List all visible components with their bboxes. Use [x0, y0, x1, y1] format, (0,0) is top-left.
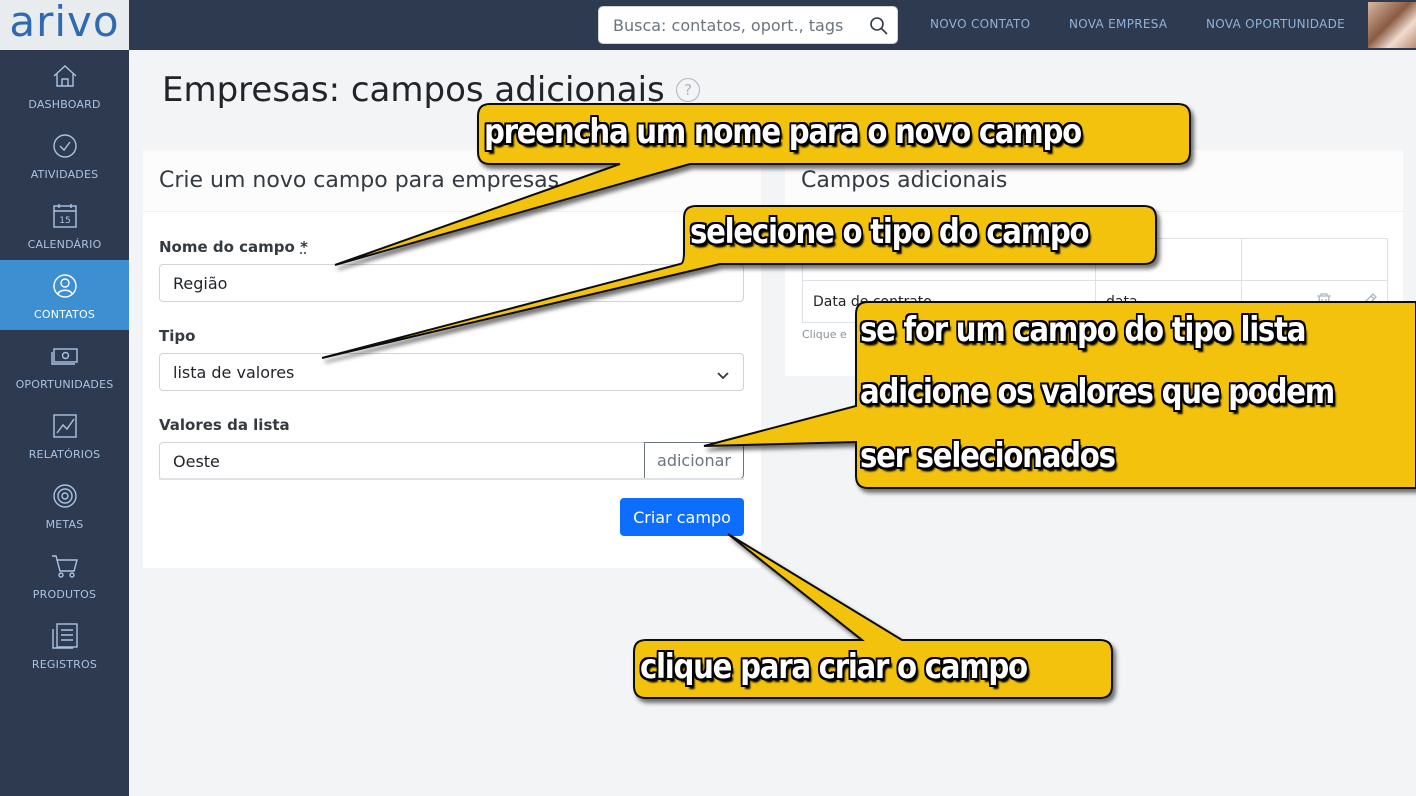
- sidebar-item-label: REGISTROS: [31, 658, 98, 671]
- field-type-select[interactable]: lista de valores: [159, 353, 744, 391]
- calendar-day: 15: [59, 216, 70, 226]
- callout-name-text: preencha um nome para o novo campo: [484, 112, 1082, 152]
- required-mark: *: [300, 238, 308, 256]
- trash-icon[interactable]: [1316, 292, 1332, 314]
- field-type-cell: [1095, 238, 1242, 281]
- pencil-icon[interactable]: [1360, 292, 1378, 314]
- sidebar-item-calendario[interactable]: 15 CALENDÁRIO: [0, 190, 129, 260]
- card-header: Crie um novo campo para empresas: [143, 150, 761, 212]
- logo-text: arivo: [9, 0, 120, 46]
- records-icon: [51, 622, 79, 650]
- sidebar-item-contatos[interactable]: CONTATOS: [0, 260, 129, 330]
- list-value-input[interactable]: Oeste: [159, 442, 645, 480]
- field-name-value: Região: [173, 273, 228, 293]
- list-value-text: Oeste: [173, 451, 220, 471]
- check-circle-icon: [51, 132, 79, 160]
- sidebar-item-label: PRODUTOS: [32, 588, 97, 601]
- target-icon: [51, 482, 79, 510]
- sidebar-item-label: CONTATOS: [33, 308, 96, 321]
- sidebar-item-produtos[interactable]: PRODUTOS: [0, 540, 129, 610]
- field-name-input[interactable]: Região: [159, 264, 744, 302]
- new-opportunity-link[interactable]: NOVA OPORTUNIDADE: [1206, 17, 1345, 31]
- callout-list-text-2: adicione os valores que podem: [860, 372, 1335, 412]
- sidebar-item-registros[interactable]: REGISTROS: [0, 610, 129, 680]
- table-hint: Clique e: [802, 328, 847, 341]
- sidebar-item-label: RELATÓRIOS: [28, 448, 101, 461]
- field-type-value: lista de valores: [173, 362, 295, 382]
- search-box: [598, 6, 898, 44]
- actions-cell: [1241, 238, 1388, 281]
- sidebar-item-label: CALENDÁRIO: [27, 238, 102, 251]
- field-name-label-text: Nome do campo: [159, 238, 295, 256]
- field-type-label: Tipo: [159, 327, 196, 345]
- list-values-divider: [159, 478, 744, 480]
- sidebar-item-label: ATIVIDADES: [30, 168, 99, 181]
- avatar[interactable]: [1368, 2, 1416, 48]
- person-icon: [51, 272, 79, 300]
- field-name-label: Nome do campo *: [159, 238, 308, 256]
- sidebar-item-metas[interactable]: METAS: [0, 470, 129, 540]
- callout-submit-text: clique para criar o campo: [640, 647, 1028, 687]
- sidebar-item-dashboard[interactable]: DASHBOARD: [0, 50, 129, 120]
- search-input[interactable]: [599, 7, 854, 43]
- chart-icon: [51, 412, 79, 440]
- create-field-button[interactable]: Criar campo: [620, 498, 744, 536]
- sidebar-item-label: DASHBOARD: [28, 98, 101, 111]
- callout-list-text-3: ser selecionados: [860, 436, 1116, 476]
- list-values-label: Valores da lista: [159, 416, 290, 434]
- sidebar-item-label: OPORTUNIDADES: [15, 378, 114, 391]
- sidebar-item-atividades[interactable]: ATIVIDADES: [0, 120, 129, 190]
- topbar: NOVO CONTATO NOVA EMPRESA NOVA OPORTUNID…: [129, 0, 1416, 50]
- sidebar-item-label: METAS: [45, 518, 84, 531]
- sidebar: arivo DASHBOARD ATIVIDADES 15 CALENDÁRIO…: [0, 0, 129, 796]
- new-field-card: Crie um novo campo para empresas Nome do…: [143, 150, 761, 568]
- new-contact-link[interactable]: NOVO CONTATO: [930, 17, 1030, 31]
- search-icon[interactable]: [869, 16, 889, 40]
- logo[interactable]: arivo: [0, 0, 129, 50]
- add-value-button[interactable]: adicionar: [644, 442, 744, 479]
- calendar-icon: 15: [51, 202, 79, 230]
- chevron-down-icon: [717, 366, 729, 385]
- cart-icon: [51, 552, 79, 580]
- house-icon: [51, 62, 79, 90]
- card-header: Campos adicionais: [785, 150, 1403, 212]
- page-title: Empresas: campos adicionais: [162, 70, 665, 110]
- help-icon[interactable]: ?: [676, 78, 700, 102]
- sidebar-item-relatorios[interactable]: RELATÓRIOS: [0, 400, 129, 470]
- sidebar-item-oportunidades[interactable]: OPORTUNIDADES: [0, 330, 129, 400]
- callout-type-text: selecione o tipo do campo: [690, 212, 1090, 252]
- callout-list-text-1: se for um campo do tipo lista: [860, 310, 1306, 350]
- new-company-link[interactable]: NOVA EMPRESA: [1069, 17, 1167, 31]
- money-icon: [50, 342, 79, 370]
